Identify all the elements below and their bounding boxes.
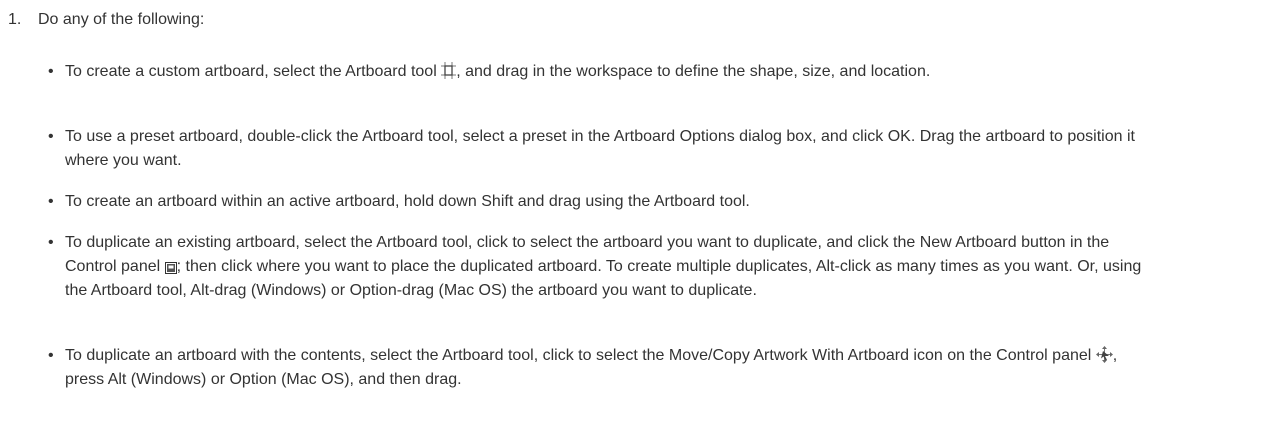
bullet-dot: • [48,234,54,251]
list-item: • To duplicate an existing artboard, sel… [48,231,1145,303]
bullet-dot: • [48,347,54,364]
bullet-text: To use a preset artboard, double-click t… [65,128,1135,169]
artboard-tool-icon [441,62,457,79]
bullet-text: To create an artboard within an active a… [65,193,750,210]
bullet-dot: • [48,193,54,210]
bullet-text-before: To duplicate an artboard with the conten… [65,347,1096,364]
move-copy-artwork-icon [1095,346,1113,363]
list-item: • To duplicate an artboard with the cont… [48,344,1145,392]
list-item: • To create a custom artboard, select th… [48,60,1145,84]
bullet-text-after: , and drag in the workspace to define th… [456,63,931,80]
help-page: 1. Do any of the following: • To create … [0,0,1277,432]
bullet-dot: • [48,128,54,145]
bullet-text-before: To create a custom artboard, select the … [65,63,442,80]
step-line: 1. Do any of the following: [8,8,1269,32]
step-number: 1. [8,11,22,28]
step-1: 1. Do any of the following: • To create … [8,8,1269,388]
new-artboard-icon [164,262,177,274]
bullet-text-after: ; then click where you want to place the… [65,258,1142,299]
list-item: • To create an artboard within an active… [48,190,1145,214]
step-text: Do any of the following: [38,11,205,28]
bullet-dot: • [48,63,54,80]
list-item: • To use a preset artboard, double-click… [48,125,1145,173]
